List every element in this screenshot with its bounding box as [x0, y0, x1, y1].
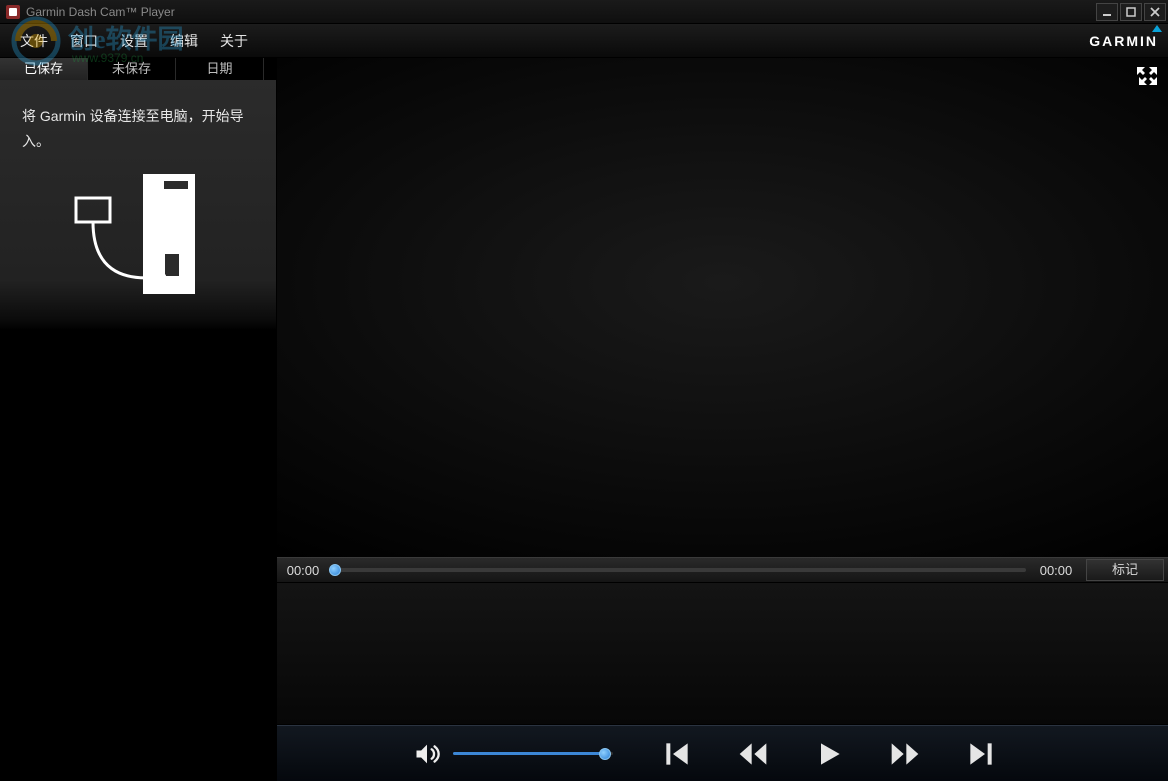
maximize-button[interactable] — [1120, 3, 1142, 21]
menu-about[interactable]: 关于 — [210, 27, 258, 55]
next-button[interactable] — [965, 738, 997, 770]
connect-illustration — [48, 166, 228, 306]
title-bar: Garmin Dash Cam™ Player — [0, 0, 1168, 24]
play-button[interactable] — [813, 738, 845, 770]
tab-saved[interactable]: 已保存 — [0, 58, 88, 80]
close-button[interactable] — [1144, 3, 1166, 21]
sidebar: 已保存 未保存 日期 将 Garmin 设备连接至电脑，开始导入。 — [0, 58, 277, 781]
rewind-button[interactable] — [737, 738, 769, 770]
sidebar-panel: 将 Garmin 设备连接至电脑，开始导入。 — [0, 80, 276, 781]
tab-unsaved[interactable]: 未保存 — [88, 58, 176, 80]
time-current: 00:00 — [281, 563, 325, 578]
volume-slider[interactable] — [453, 752, 613, 755]
progress-slider[interactable] — [333, 568, 1026, 572]
video-viewport — [277, 58, 1168, 557]
connect-hint: 将 Garmin 设备连接至电脑，开始导入。 — [22, 104, 254, 154]
video-area: 00:00 00:00 标记 — [277, 58, 1168, 781]
menu-window[interactable]: 窗口 — [60, 27, 108, 55]
fullscreen-button[interactable] — [1136, 64, 1160, 88]
menu-edit[interactable]: 编辑 — [160, 27, 208, 55]
prev-button[interactable] — [661, 738, 693, 770]
brand-logo: GARMIN — [1089, 33, 1158, 49]
menu-settings[interactable]: 设置 — [110, 27, 158, 55]
volume-icon[interactable] — [413, 740, 441, 768]
window-title: Garmin Dash Cam™ Player — [26, 5, 175, 19]
timeline-strip[interactable] — [277, 583, 1168, 725]
forward-button[interactable] — [889, 738, 921, 770]
progress-thumb[interactable] — [329, 564, 341, 576]
volume-thumb[interactable] — [599, 748, 611, 760]
mark-button[interactable]: 标记 — [1086, 559, 1164, 581]
time-total: 00:00 — [1034, 563, 1078, 578]
minimize-button[interactable] — [1096, 3, 1118, 21]
controls-bar — [277, 725, 1168, 781]
sidebar-tabs: 已保存 未保存 日期 — [0, 58, 276, 80]
menu-file[interactable]: 文件 — [10, 27, 58, 55]
app-icon — [6, 5, 20, 19]
transport-controls — [661, 738, 997, 770]
menu-bar: 文件 窗口 设置 编辑 关于 GARMIN — [0, 24, 1168, 58]
brand-delta-icon — [1152, 25, 1162, 32]
brand-logo-text: GARMIN — [1089, 33, 1158, 49]
progress-row: 00:00 00:00 标记 — [277, 557, 1168, 583]
tab-date[interactable]: 日期 — [176, 58, 264, 80]
